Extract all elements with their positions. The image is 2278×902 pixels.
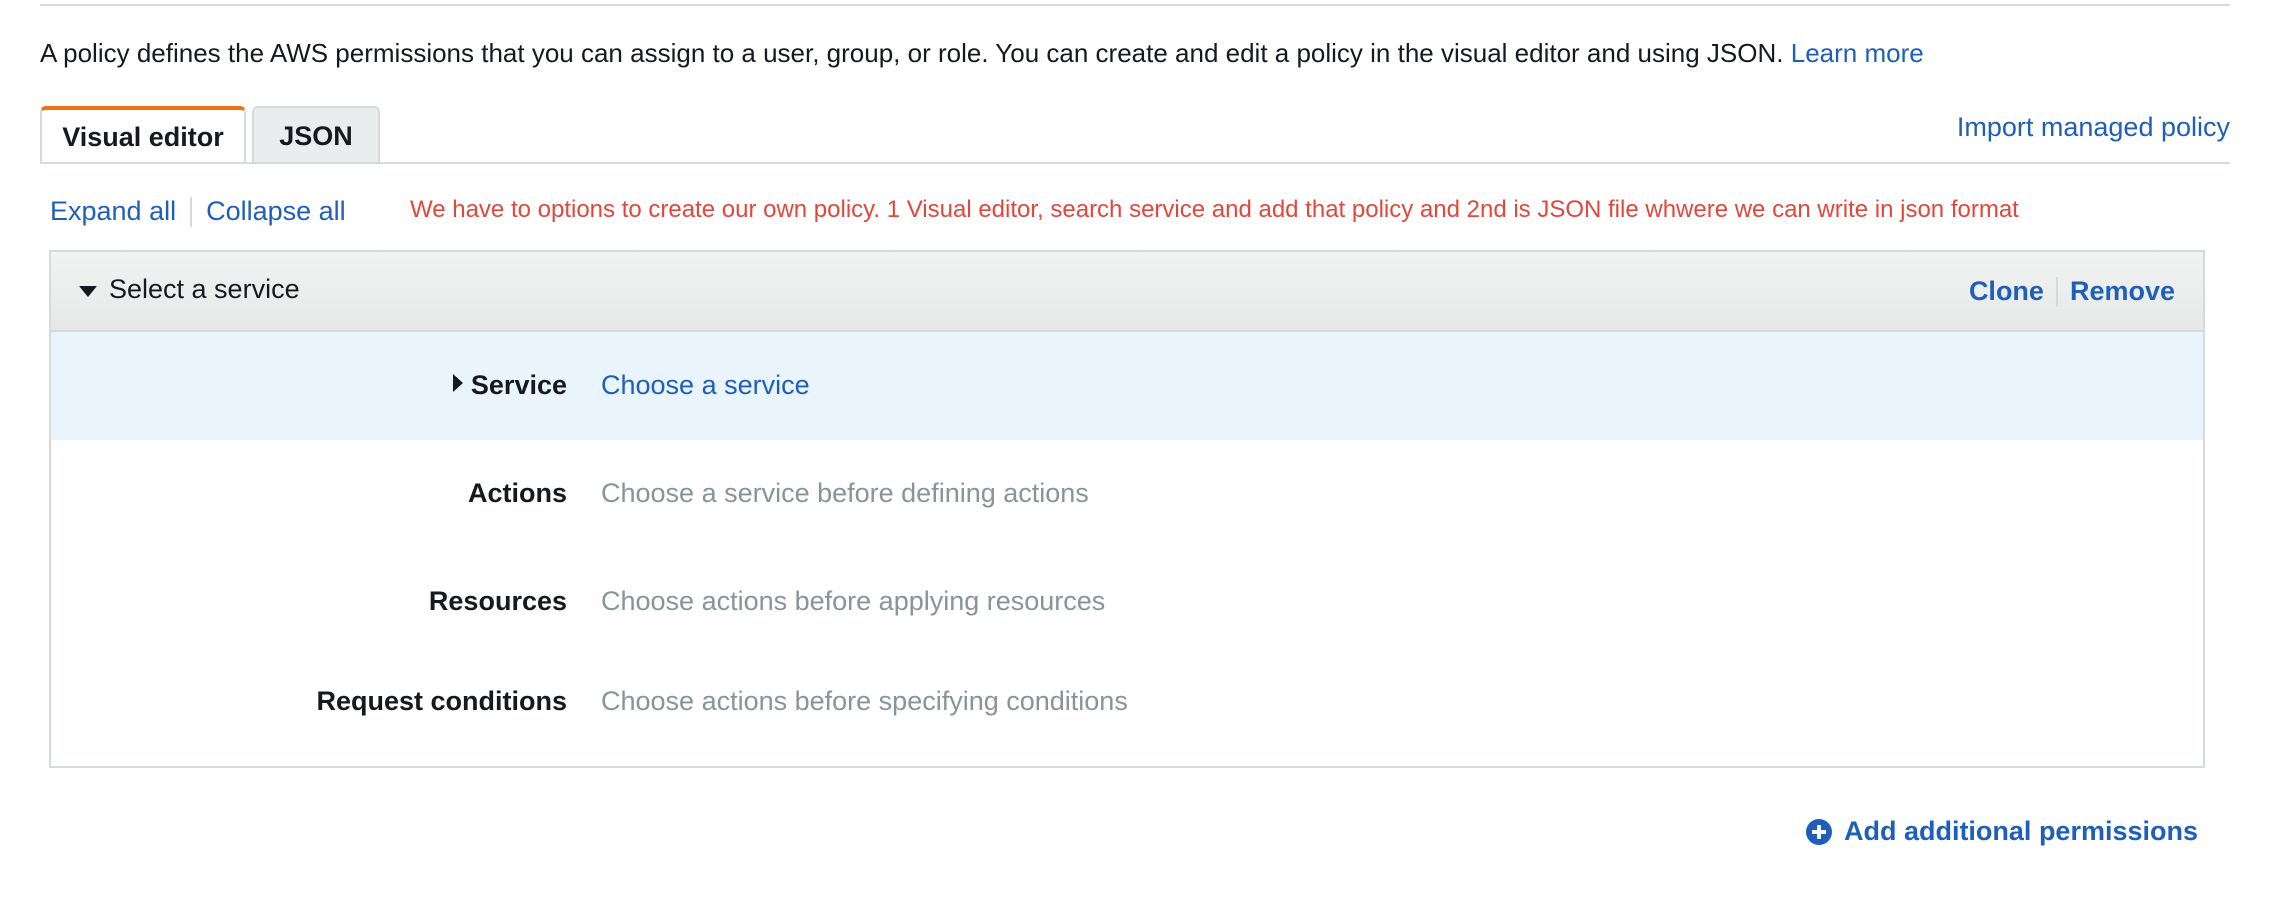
add-permissions-label: Add additional permissions [1843,816,2198,846]
caret-down-icon[interactable] [79,286,97,297]
intro-text: A policy defines the AWS permissions tha… [40,38,1924,69]
tab-json[interactable]: JSON [252,106,380,164]
plus-circle-icon [1805,818,1832,845]
select-service-title: Select a service [109,274,300,304]
separator [2055,276,2058,307]
remove-button[interactable]: Remove [2070,276,2175,307]
resources-placeholder: Choose actions before applying resources [601,586,1106,616]
request-conditions-placeholder: Choose actions before specifying conditi… [601,686,1128,716]
editor-tabs: Visual editor JSON [40,106,380,164]
expand-all-link[interactable]: Expand all [50,196,176,227]
service-row[interactable]: Service Choose a service [51,332,2203,440]
permission-block: Select a service Clone Remove Service Ch… [49,250,2205,768]
import-managed-policy-link[interactable]: Import managed policy [1957,112,2230,143]
service-label: Service [470,370,567,400]
collapse-all-link[interactable]: Collapse all [206,196,346,227]
caret-right-icon[interactable] [453,374,463,392]
policy-editor-page: A policy defines the AWS permissions tha… [0,0,2278,902]
resources-label: Resources [428,586,567,616]
annotation-note: We have to options to create our own pol… [410,196,2019,223]
learn-more-link[interactable]: Learn more [1791,38,1924,68]
expand-collapse-controls: Expand all Collapse all [50,196,346,227]
request-conditions-label: Request conditions [316,686,567,716]
resources-row: Resources Choose actions before applying… [51,548,2203,656]
actions-placeholder: Choose a service before defining actions [601,478,1089,508]
add-additional-permissions-button[interactable]: Add additional permissions [1805,816,2198,847]
clone-button[interactable]: Clone [1969,276,2044,307]
choose-service-link[interactable]: Choose a service [601,370,810,401]
tab-visual-editor[interactable]: Visual editor [40,106,246,164]
actions-row: Actions Choose a service before defining… [51,440,2203,548]
header-actions: Clone Remove [1969,276,2175,307]
tab-divider [40,162,2230,164]
intro-description: A policy defines the AWS permissions tha… [40,38,1784,68]
separator [190,196,193,227]
top-divider [40,4,2230,6]
permission-block-header[interactable]: Select a service Clone Remove [51,252,2203,332]
actions-label: Actions [467,478,567,508]
request-conditions-row: Request conditions Choose actions before… [51,656,2203,764]
